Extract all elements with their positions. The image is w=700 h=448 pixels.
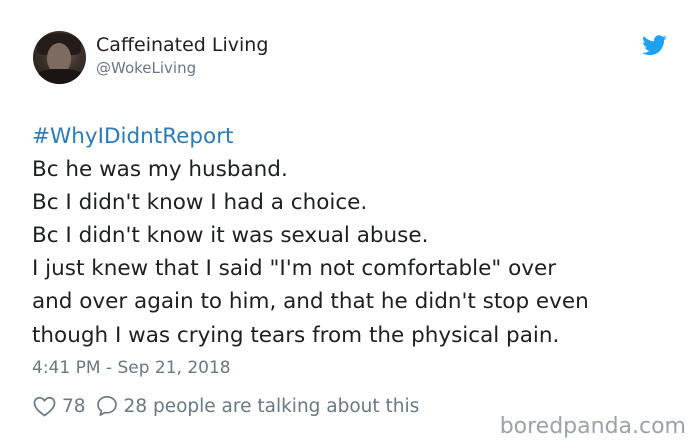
twitter-bird-icon[interactable] (642, 35, 667, 56)
engagement-bar: 78 28 people are talking about this (33, 393, 419, 419)
author-handle[interactable]: @WokeLiving (96, 59, 196, 77)
tweet-timestamp[interactable]: 4:41 PM - Sep 21, 2018 (32, 357, 231, 379)
conversation-text[interactable]: 28 people are talking about this (124, 396, 420, 417)
tweet-line: and over again to him, and that he didn'… (32, 289, 589, 315)
author-display-name[interactable]: Caffeinated Living (96, 34, 268, 56)
tweet-line: Bc I didn't know I had a choice. (32, 190, 368, 216)
tweet-line: I just knew that I said "I'm not comfort… (32, 256, 557, 282)
hashtag-link[interactable]: #WhyIDidntReport (32, 120, 672, 153)
speech-bubble-icon[interactable] (96, 395, 118, 417)
tweet-line: Bc he was my husband. (32, 157, 288, 183)
watermark: boredpanda.com (499, 414, 686, 439)
tweet-text: #WhyIDidntReport Bc he was my husband. B… (32, 120, 672, 352)
tweet-line: Bc I didn't know it was sexual abuse. (32, 223, 429, 249)
heart-icon[interactable] (33, 396, 56, 417)
avatar-shoulder (35, 69, 85, 84)
avatar[interactable] (33, 31, 86, 84)
tweet-card: Caffeinated Living @WokeLiving #WhyIDidn… (0, 0, 700, 448)
like-count: 78 (62, 395, 86, 417)
tweet-line: though I was crying tears from the physi… (32, 322, 560, 348)
